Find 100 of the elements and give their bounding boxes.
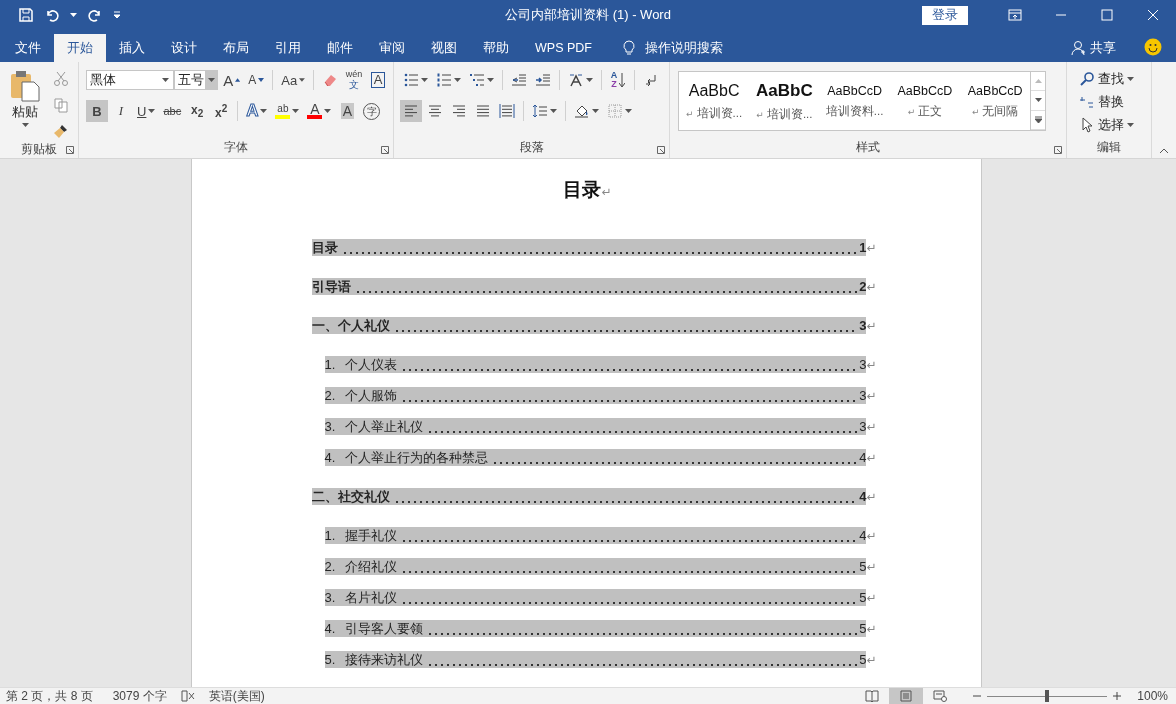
toc-entry-title[interactable]: 3. 名片礼仪: [324, 589, 401, 606]
toc-page-number[interactable]: 3: [857, 387, 867, 404]
caret-icon: [207, 78, 215, 82]
view-button[interactable]: [889, 688, 924, 704]
paragraph-mark: ↵: [866, 419, 877, 434]
strikethrough-button[interactable]: abc: [160, 100, 185, 122]
zoom-level[interactable]: 100%: [1137, 689, 1168, 703]
zoom-in-icon: [1113, 692, 1122, 700]
ribbon-tab[interactable]: 文件: [2, 34, 54, 62]
ribbon-tab[interactable]: 插入: [106, 34, 158, 62]
share-button[interactable]: 共享: [1065, 34, 1122, 62]
line-spacing-icon: [532, 103, 548, 119]
group-label: 编辑: [1097, 140, 1121, 156]
shrink-font-button[interactable]: A: [245, 69, 268, 91]
align-button[interactable]: [400, 100, 422, 122]
paragraph-mark: ↵: [866, 450, 877, 465]
phonetic-guide-button[interactable]: wén 文: [343, 69, 365, 91]
toc-page-number[interactable]: 1: [857, 239, 867, 256]
toc-page-number[interactable]: 3: [857, 418, 867, 435]
up-arrow-icon: [235, 78, 241, 82]
style-item[interactable]: AaBbCcD 培训资料...: [819, 72, 890, 130]
dialog-launcher-icon[interactable]: [381, 146, 389, 154]
toc-page-number[interactable]: 4: [857, 527, 867, 544]
toc-entry-title[interactable]: 4. 个人举止行为的各种禁忌: [324, 449, 492, 466]
paragraph-mark: ↵: [866, 388, 877, 403]
underline-button[interactable]: U: [134, 100, 159, 122]
toc-page-number[interactable]: 5: [857, 620, 867, 637]
ribbon-tab[interactable]: 视图: [418, 34, 470, 62]
style-item[interactable]: AaBbCcD ↵ 无间隔: [960, 72, 1031, 130]
dialog-launcher-icon[interactable]: [66, 146, 74, 154]
ribbon-tab[interactable]: 开始: [54, 34, 106, 62]
paragraph-mark-icon: [643, 72, 659, 88]
proofing-icon: [180, 690, 195, 702]
toc-page-number[interactable]: 5: [857, 558, 867, 575]
toc-page-number[interactable]: 3: [857, 356, 867, 373]
group-label: 剪贴板: [21, 142, 57, 158]
change-case-button[interactable]: Aa: [278, 69, 309, 91]
script-button[interactable]: x$_{2}$: [186, 100, 209, 122]
style-item[interactable]: AaBbCcD ↵ 正文: [889, 72, 961, 130]
toc-entry-title[interactable]: 5. 接待来访礼仪: [324, 651, 427, 668]
paragraph-mark: ↵: [866, 489, 877, 504]
toc-entry-title[interactable]: 一、个人礼仪: [311, 317, 394, 334]
toc-page-number[interactable]: 2: [857, 278, 867, 295]
bold-button[interactable]: B: [86, 100, 108, 122]
toc-entry-title[interactable]: 引导语: [311, 278, 355, 295]
toc-page-number[interactable]: 4: [857, 449, 867, 466]
toc-entry-title[interactable]: 2. 介绍礼仪: [324, 558, 401, 575]
copy-icon: [53, 97, 69, 113]
toc-page-number[interactable]: 3: [857, 317, 867, 334]
toc-entry-title[interactable]: 1. 个人仪表: [324, 356, 401, 373]
paragraph-mark: ↵: [866, 240, 877, 255]
caret-icon: [421, 78, 428, 82]
zoom-slider-thumb[interactable]: [1045, 690, 1050, 702]
language-indicator[interactable]: 英语(美国): [208, 687, 265, 704]
style-item[interactable]: AaBbC ↵ 培训资...: [749, 72, 820, 130]
replace-button[interactable]: 替换: [1075, 91, 1138, 113]
toc-page-number[interactable]: 5: [857, 651, 867, 668]
caret-icon: [550, 109, 557, 113]
sign-in-button[interactable]: 登录: [922, 5, 968, 25]
ribbon-tab[interactable]: 引用: [262, 34, 314, 62]
word-count[interactable]: 3079 个字: [112, 687, 167, 704]
sort-button[interactable]: A Z: [607, 69, 629, 91]
page-count[interactable]: 第 2 页，共 8 页: [6, 687, 93, 704]
script-button[interactable]: x$^{2}$: [210, 100, 233, 122]
toc-entry-title[interactable]: 目录: [311, 239, 342, 256]
font-name-field[interactable]: 黑体: [86, 70, 174, 90]
grow-font-button[interactable]: A: [220, 69, 244, 91]
toc-entry-title[interactable]: 3. 个人举止礼仪: [324, 418, 427, 435]
group-label: 样式: [856, 140, 880, 156]
ribbon-tab[interactable]: 设计: [158, 34, 210, 62]
select-button[interactable]: 选择: [1075, 114, 1138, 136]
ribbon-tab[interactable]: 布局: [210, 34, 262, 62]
tell-me-search[interactable]: 操作说明搜索: [614, 34, 729, 62]
toc-entry-title[interactable]: 2. 个人服饰: [324, 387, 401, 404]
caret-icon: [487, 78, 494, 82]
toc-entry-title[interactable]: 4. 引导客人要领: [324, 620, 427, 637]
toc-page-number[interactable]: 5: [857, 589, 867, 606]
highlight-button[interactable]: ab: [272, 100, 303, 122]
dialog-launcher-icon[interactable]: [657, 146, 665, 154]
toc-page-number[interactable]: 4: [857, 488, 867, 505]
numbered-list-icon: [436, 72, 452, 88]
caret-icon: [260, 109, 268, 113]
paste-button[interactable]: 粘贴: [4, 68, 46, 138]
ribbon-tab[interactable]: WPS PDF: [522, 34, 605, 62]
align-icon: [475, 103, 491, 119]
italic-button[interactable]: I: [110, 100, 132, 122]
dialog-launcher-icon[interactable]: [1054, 146, 1062, 154]
align-icon: [451, 103, 467, 119]
toc-entry-title[interactable]: 二、社交礼仪: [311, 488, 394, 505]
character-shading-button[interactable]: A: [336, 100, 359, 122]
outdent-icon: [511, 72, 527, 88]
font-color-button[interactable]: A: [304, 100, 335, 122]
ribbon-tab[interactable]: 审阅: [366, 34, 418, 62]
ribbon-tab[interactable]: 邮件: [314, 34, 366, 62]
ribbon-tab[interactable]: 帮助: [470, 34, 522, 62]
font-size-field[interactable]: 五号: [174, 70, 219, 90]
find-button[interactable]: 查找: [1075, 68, 1138, 90]
toc-entry-title[interactable]: 1. 握手礼仪: [324, 527, 401, 544]
paragraph-mark: ↵: [866, 279, 877, 294]
style-item[interactable]: AaBbC ↵ 培训资...: [679, 72, 750, 130]
